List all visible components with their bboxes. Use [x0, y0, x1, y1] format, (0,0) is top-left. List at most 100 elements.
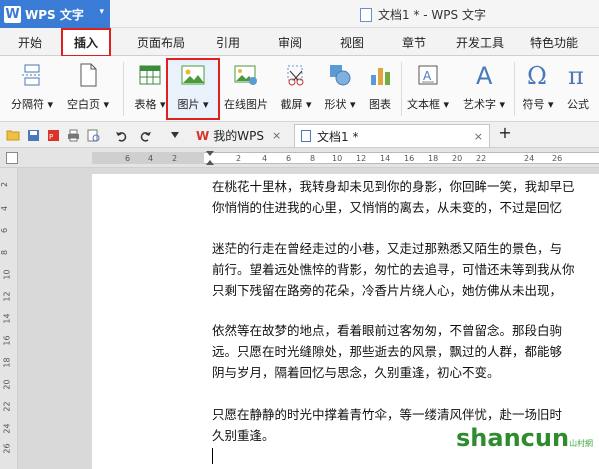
ribbon-divider	[123, 62, 124, 116]
indent-marker[interactable]	[206, 160, 214, 165]
ruler-tick: 2	[172, 154, 178, 163]
app-name: WPS 文字	[25, 7, 84, 22]
new-tab-plus-icon[interactable]: +	[498, 123, 512, 142]
tab-developer[interactable]: 开发工具	[456, 34, 504, 51]
print-icon[interactable]	[66, 128, 80, 142]
ruler-tick: 4	[0, 205, 10, 212]
doctab-label: 我的WPS	[213, 129, 264, 143]
svg-text:A: A	[423, 69, 432, 83]
page-break-icon	[19, 62, 45, 88]
tab-review[interactable]: 审阅	[278, 34, 302, 51]
scissors-icon	[283, 62, 309, 88]
ruler-tick: 6	[125, 154, 131, 163]
picture-button[interactable]: 图片 ▾	[166, 58, 220, 120]
watermark-text: shancun	[456, 424, 570, 452]
picture-icon	[180, 62, 206, 88]
export-pdf-icon[interactable]: P	[46, 128, 60, 142]
chart-icon	[367, 62, 393, 88]
horizontal-ruler[interactable]: 6 4 2 2 4 6 8 10 12 14 16 18 20 22 24 26	[0, 148, 599, 168]
tab-home[interactable]: 开始	[18, 34, 42, 51]
paragraph: 在桃花十里林，我转身却未见到你的身影，你回眸一笑，我却早已 你悄悄的住进我的心里…	[212, 176, 599, 218]
document-icon	[360, 7, 372, 22]
close-icon[interactable]: ×	[272, 129, 281, 142]
text-line: 只剩下残留在路旁的花朵，冷香片片绕人心，她仿佛从未出现，	[212, 283, 563, 298]
screenshot-button[interactable]: 截屏 ▾	[276, 60, 316, 118]
tab-view[interactable]: 视图	[340, 34, 364, 51]
textbox-label: 文本框 ▾	[406, 98, 450, 111]
chevron-down-icon: ▾	[99, 7, 104, 17]
print-preview-icon[interactable]	[86, 128, 100, 142]
wordart-label: 艺术字 ▾	[462, 98, 506, 111]
app-menu-button[interactable]: W WPS 文字 ▾	[0, 0, 110, 28]
title-bar: W WPS 文字 ▾ 文档1 * - WPS 文字	[0, 0, 599, 28]
undo-icon[interactable]	[114, 128, 128, 142]
ruler-tick: 12	[2, 291, 12, 302]
svg-text:P: P	[49, 133, 53, 141]
redo-icon[interactable]	[138, 128, 152, 142]
site-watermark: shancun山村網	[456, 424, 593, 452]
close-icon[interactable]: ×	[474, 130, 483, 143]
text-line: 远。只愿在时光缝隙处，那些逝去的风景，飘过的人群，都能够	[212, 344, 563, 359]
text-line: 阴与岁月，隔着回忆与思念，久别重逢，初心不变。	[212, 365, 500, 380]
ruler-tick: 8	[0, 249, 10, 256]
text-line: 只愿在静静的时光中撑着青竹伞，等一缕清风伴忧，赴一场旧时	[212, 407, 563, 422]
svg-text:π: π	[568, 62, 584, 88]
tab-sections[interactable]: 章节	[402, 34, 426, 51]
save-icon[interactable]	[26, 128, 40, 142]
tab-stop-selector[interactable]	[6, 152, 18, 164]
text-line: 前行。望着远处憔悴的背影，匆忙的去追寻，可惜还未等到我从你	[212, 262, 575, 277]
ribbon-insert: 分隔符 ▾ 空白页 ▾ 表格 ▾ 图片 ▾ 在线图片 截屏 ▾ 形状 ▾ 图表 …	[0, 56, 599, 122]
doctab-document1[interactable]: 文档1 * ×	[294, 124, 490, 147]
wps-window: W WPS 文字 ▾ 文档1 * - WPS 文字 开始 插入 页面布局 引用 …	[0, 0, 599, 469]
ribbon-divider	[514, 62, 515, 116]
tab-page-layout[interactable]: 页面布局	[137, 34, 185, 51]
online-picture-button[interactable]: 在线图片	[222, 60, 270, 118]
ruler-tick: 10	[2, 269, 12, 280]
svg-text:Ω: Ω	[527, 62, 547, 88]
wordart-icon: A	[471, 62, 497, 88]
chart-button[interactable]: 图表	[362, 60, 398, 118]
tab-special[interactable]: 特色功能	[530, 34, 578, 51]
textbox-button[interactable]: A 文本框 ▾	[404, 60, 452, 118]
chart-label: 图表	[369, 98, 391, 111]
page-break-button[interactable]: 分隔符 ▾	[8, 60, 56, 118]
tab-insert[interactable]: 插入	[61, 28, 111, 57]
ruler-tick: 26	[2, 443, 12, 454]
ruler-tick: 24	[2, 423, 12, 434]
symbol-button[interactable]: Ω 符号 ▾	[518, 60, 558, 118]
paragraph: 依然等在故梦的地点，看着眼前过客匆匆，不曾留念。那段白驹 远。只愿在时光缝隙处，…	[212, 320, 599, 383]
text-cursor	[212, 448, 213, 464]
ruler-tick: 14	[380, 154, 391, 163]
blank-page-button[interactable]: 空白页 ▾	[62, 60, 114, 118]
blank-page-label: 空白页 ▾	[66, 98, 110, 111]
shapes-button[interactable]: 形状 ▾	[320, 60, 360, 118]
symbol-label: 符号 ▾	[522, 98, 554, 111]
ruler-tick: 18	[428, 154, 439, 163]
ruler-tick: 18	[2, 357, 12, 368]
ruler-tick: 24	[524, 154, 535, 163]
vertical-ruler[interactable]: 2 4 6 8 10 12 14 16 18 20 22 24 26	[0, 168, 18, 469]
equation-button[interactable]: π 公式	[560, 60, 596, 118]
text-line: 依然等在故梦的地点，看着眼前过客匆匆，不曾留念。那段白驹	[212, 323, 563, 338]
indent-marker[interactable]	[206, 151, 214, 156]
wordart-button[interactable]: A 艺术字 ▾	[460, 60, 508, 118]
ruler-tick: 20	[2, 379, 12, 390]
ruler-tick: 4	[148, 154, 154, 163]
text-line: 在桃花十里林，我转身却未见到你的身影，你回眸一笑，我却早已	[212, 179, 575, 194]
equation-label: 公式	[567, 98, 589, 111]
tab-references[interactable]: 引用	[216, 34, 240, 51]
table-button[interactable]: 表格 ▾	[130, 60, 170, 118]
ruler-tick: 6	[286, 154, 292, 163]
screenshot-label: 截屏 ▾	[280, 98, 312, 111]
ruler-tick: 20	[452, 154, 463, 163]
pi-icon: π	[565, 62, 591, 88]
document-icon	[301, 130, 311, 142]
ruler-tick: 2	[0, 181, 10, 188]
open-folder-icon[interactable]	[6, 128, 20, 142]
doctab-my-wps[interactable]: W 我的WPS ×	[190, 124, 287, 147]
ruler-tick: 4	[262, 154, 268, 163]
customize-dropdown-icon[interactable]	[168, 128, 182, 142]
ruler-tick: 2	[236, 154, 242, 163]
wps-brand-icon: W	[196, 128, 210, 143]
textbox-icon: A	[415, 62, 441, 88]
